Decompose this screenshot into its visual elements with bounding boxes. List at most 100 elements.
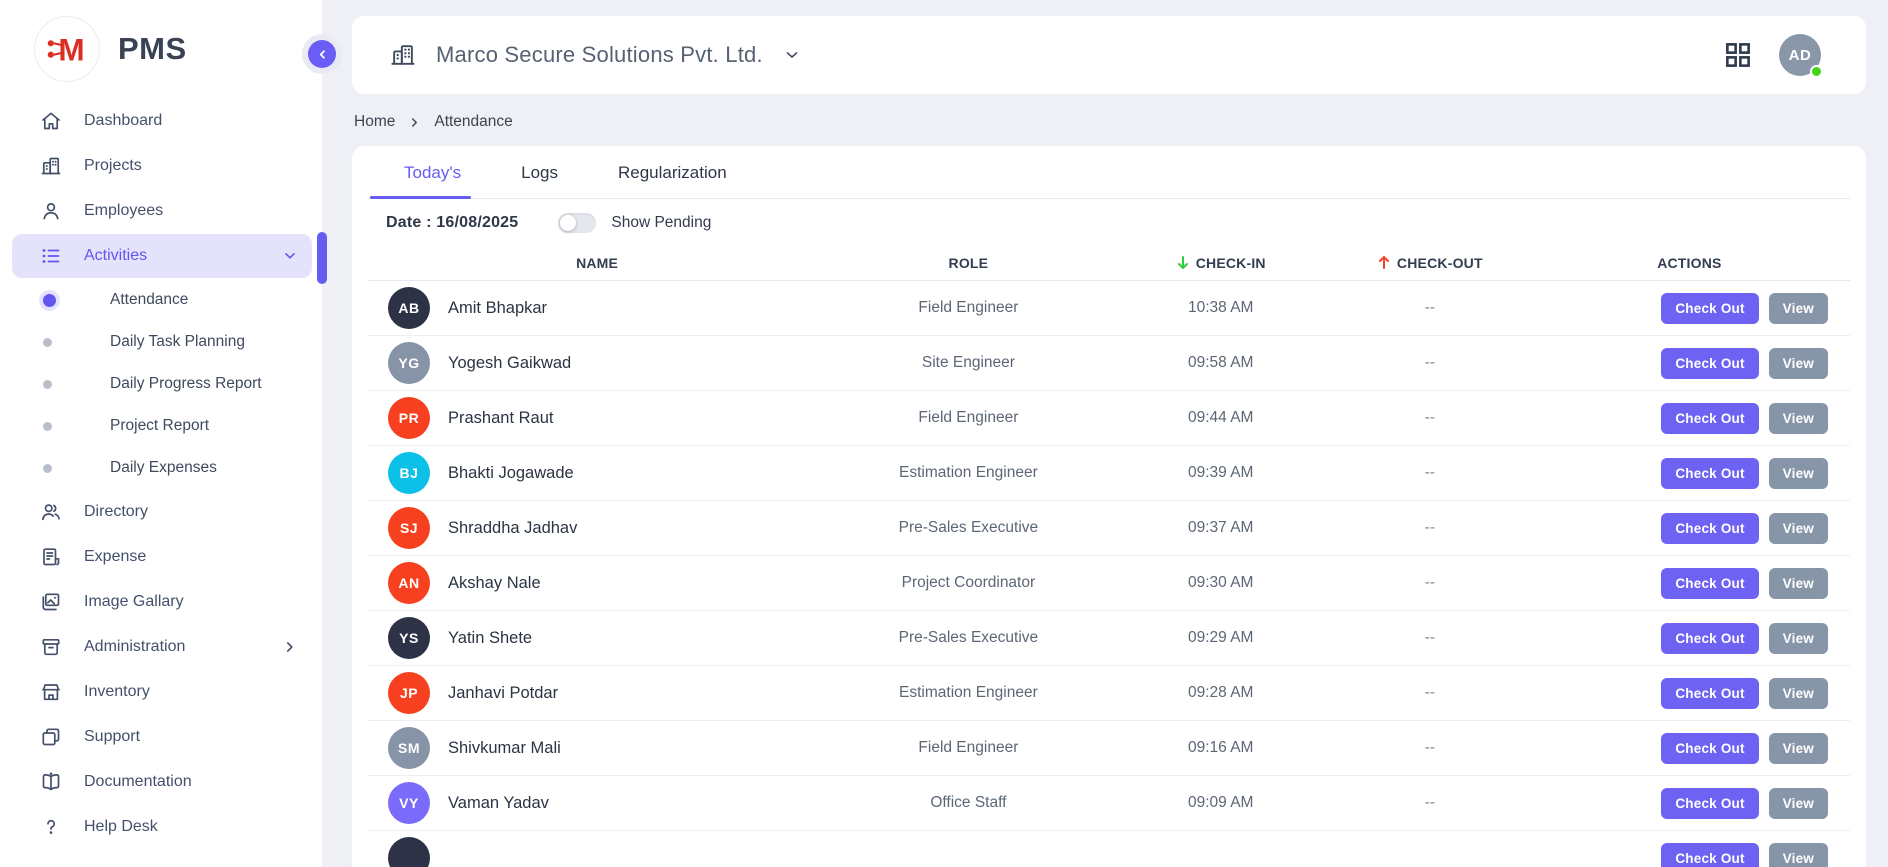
view-button[interactable]: View bbox=[1769, 568, 1828, 599]
table-body: AB Amit Bhapkar Field Engineer 10:38 AM … bbox=[368, 281, 1850, 867]
sidebar-subitem-project-report[interactable]: Project Report bbox=[0, 405, 322, 447]
employee-name: Bhakti Jogawade bbox=[448, 464, 574, 483]
view-button[interactable]: View bbox=[1769, 678, 1828, 709]
check-in-time: 09:39 AM bbox=[1131, 464, 1311, 482]
sidebar-subitem-attendance[interactable]: Attendance bbox=[0, 279, 322, 321]
sidebar-subitem-daily-progress-report[interactable]: Daily Progress Report bbox=[0, 363, 322, 405]
tab-logs[interactable]: Logs bbox=[515, 163, 564, 198]
book-icon bbox=[40, 771, 62, 793]
sidebar-item-support[interactable]: Support bbox=[12, 715, 312, 759]
show-pending-toggle[interactable] bbox=[558, 213, 596, 233]
check-out-button[interactable]: Check Out bbox=[1661, 568, 1758, 599]
check-out-button[interactable]: Check Out bbox=[1661, 788, 1758, 819]
check-out-button[interactable]: Check Out bbox=[1661, 458, 1758, 489]
column-actions: ACTIONS bbox=[1549, 255, 1830, 271]
check-out-button[interactable]: Check Out bbox=[1661, 403, 1758, 434]
sidebar-collapse-button[interactable] bbox=[308, 40, 336, 68]
table-row: BJ Bhakti Jogawade Estimation Engineer 0… bbox=[368, 446, 1850, 501]
employee-role: Field Engineer bbox=[806, 739, 1130, 757]
tab-regularization[interactable]: Regularization bbox=[612, 163, 733, 198]
chevron-right-icon bbox=[408, 116, 421, 129]
company-selector[interactable]: Marco Secure Solutions Pvt. Ltd. bbox=[390, 42, 801, 68]
users-icon bbox=[40, 501, 62, 523]
check-out-value: -- bbox=[1311, 299, 1549, 317]
row-avatar: SM bbox=[388, 727, 430, 769]
view-button[interactable]: View bbox=[1769, 733, 1828, 764]
employee-name: Amit Bhapkar bbox=[448, 299, 547, 318]
column-check-in[interactable]: CHECK-IN bbox=[1131, 255, 1311, 271]
view-button[interactable]: View bbox=[1769, 788, 1828, 819]
tab-todays[interactable]: Today's bbox=[398, 163, 467, 198]
archive-icon bbox=[40, 636, 62, 658]
table-row: SM Shivkumar Mali Field Engineer 09:16 A… bbox=[368, 721, 1850, 776]
check-out-value: -- bbox=[1311, 409, 1549, 427]
check-in-time: 09:16 AM bbox=[1131, 739, 1311, 757]
view-button[interactable]: View bbox=[1769, 458, 1828, 489]
sidebar-item-documentation[interactable]: Documentation bbox=[12, 760, 312, 804]
table-row: AB Amit Bhapkar Field Engineer 10:38 AM … bbox=[368, 281, 1850, 336]
check-out-value: -- bbox=[1311, 794, 1549, 812]
table-row: AN Akshay Nale Project Coordinator 09:30… bbox=[368, 556, 1850, 611]
check-out-button[interactable]: Check Out bbox=[1661, 733, 1758, 764]
avatar-initials: AD bbox=[1789, 47, 1812, 64]
view-button[interactable]: View bbox=[1769, 623, 1828, 654]
check-out-button[interactable]: Check Out bbox=[1661, 293, 1758, 324]
employee-name: Prashant Raut bbox=[448, 409, 553, 428]
check-out-button[interactable]: Check Out bbox=[1661, 678, 1758, 709]
top-bar: Marco Secure Solutions Pvt. Ltd. AD bbox=[352, 16, 1866, 94]
view-button[interactable]: View bbox=[1769, 293, 1828, 324]
check-out-button[interactable]: Check Out bbox=[1661, 348, 1758, 379]
breadcrumb-home[interactable]: Home bbox=[354, 113, 395, 131]
sidebar-item-dashboard[interactable]: Dashboard bbox=[12, 99, 312, 143]
sort-arrow-down-icon bbox=[1176, 255, 1190, 270]
employee-name: Shraddha Jadhav bbox=[448, 519, 577, 538]
apps-grid-icon[interactable] bbox=[1725, 42, 1751, 68]
main-area: Marco Secure Solutions Pvt. Ltd. AD Home… bbox=[322, 0, 1888, 867]
check-out-value: -- bbox=[1311, 739, 1549, 757]
sidebar-item-label: Image Gallary bbox=[84, 593, 184, 611]
employee-name: Yogesh Gaikwad bbox=[448, 354, 571, 373]
sidebar-item-label: Inventory bbox=[84, 683, 150, 701]
sidebar-item-expense[interactable]: Expense bbox=[12, 535, 312, 579]
sidebar-item-image-gallary[interactable]: Image Gallary bbox=[12, 580, 312, 624]
view-button[interactable]: View bbox=[1769, 403, 1828, 434]
employee-role: Field Engineer bbox=[806, 299, 1130, 317]
check-out-value: -- bbox=[1311, 574, 1549, 592]
sidebar-item-help-desk[interactable]: Help Desk bbox=[12, 805, 312, 849]
table-row: YS Yatin Shete Pre-Sales Executive 09:29… bbox=[368, 611, 1850, 666]
view-button[interactable]: View bbox=[1769, 843, 1828, 867]
sidebar-subitem-daily-expenses[interactable]: Daily Expenses bbox=[0, 447, 322, 489]
view-button[interactable]: View bbox=[1769, 348, 1828, 379]
chevron-right-icon bbox=[282, 639, 298, 655]
sidebar-item-label: Administration bbox=[84, 638, 185, 656]
row-avatar bbox=[388, 837, 430, 867]
chevron-down-icon bbox=[282, 248, 298, 264]
sidebar-item-inventory[interactable]: Inventory bbox=[12, 670, 312, 714]
column-name: NAME bbox=[388, 255, 806, 271]
user-avatar[interactable]: AD bbox=[1779, 34, 1821, 76]
sidebar-item-activities[interactable]: Activities bbox=[12, 234, 312, 278]
sidebar-subitem-daily-task-planning[interactable]: Daily Task Planning bbox=[0, 321, 322, 363]
building-icon bbox=[390, 42, 416, 68]
sidebar-subitem-label: Daily Progress Report bbox=[110, 375, 262, 393]
check-out-button[interactable]: Check Out bbox=[1661, 623, 1758, 654]
store-icon bbox=[40, 681, 62, 703]
sidebar-item-label: Employees bbox=[84, 202, 163, 220]
table-row: PR Prashant Raut Field Engineer 09:44 AM… bbox=[368, 391, 1850, 446]
check-out-button[interactable]: Check Out bbox=[1661, 513, 1758, 544]
sidebar-item-projects[interactable]: Projects bbox=[12, 144, 312, 188]
sidebar-item-directory[interactable]: Directory bbox=[12, 490, 312, 534]
check-in-time: 09:37 AM bbox=[1131, 519, 1311, 537]
sidebar-item-employees[interactable]: Employees bbox=[12, 189, 312, 233]
breadcrumb: Home Attendance bbox=[354, 113, 1866, 131]
sidebar-item-label: Directory bbox=[84, 503, 148, 521]
filter-row: Date : 16/08/2025 Show Pending bbox=[368, 199, 1850, 245]
sidebar-item-label: Projects bbox=[84, 157, 142, 175]
column-check-out[interactable]: CHECK-OUT bbox=[1311, 255, 1549, 271]
row-avatar: AB bbox=[388, 287, 430, 329]
check-out-button[interactable]: Check Out bbox=[1661, 843, 1758, 867]
list-icon bbox=[40, 245, 62, 267]
table-row: VY Vaman Yadav Office Staff 09:09 AM -- … bbox=[368, 776, 1850, 831]
view-button[interactable]: View bbox=[1769, 513, 1828, 544]
sidebar-item-administration[interactable]: Administration bbox=[12, 625, 312, 669]
